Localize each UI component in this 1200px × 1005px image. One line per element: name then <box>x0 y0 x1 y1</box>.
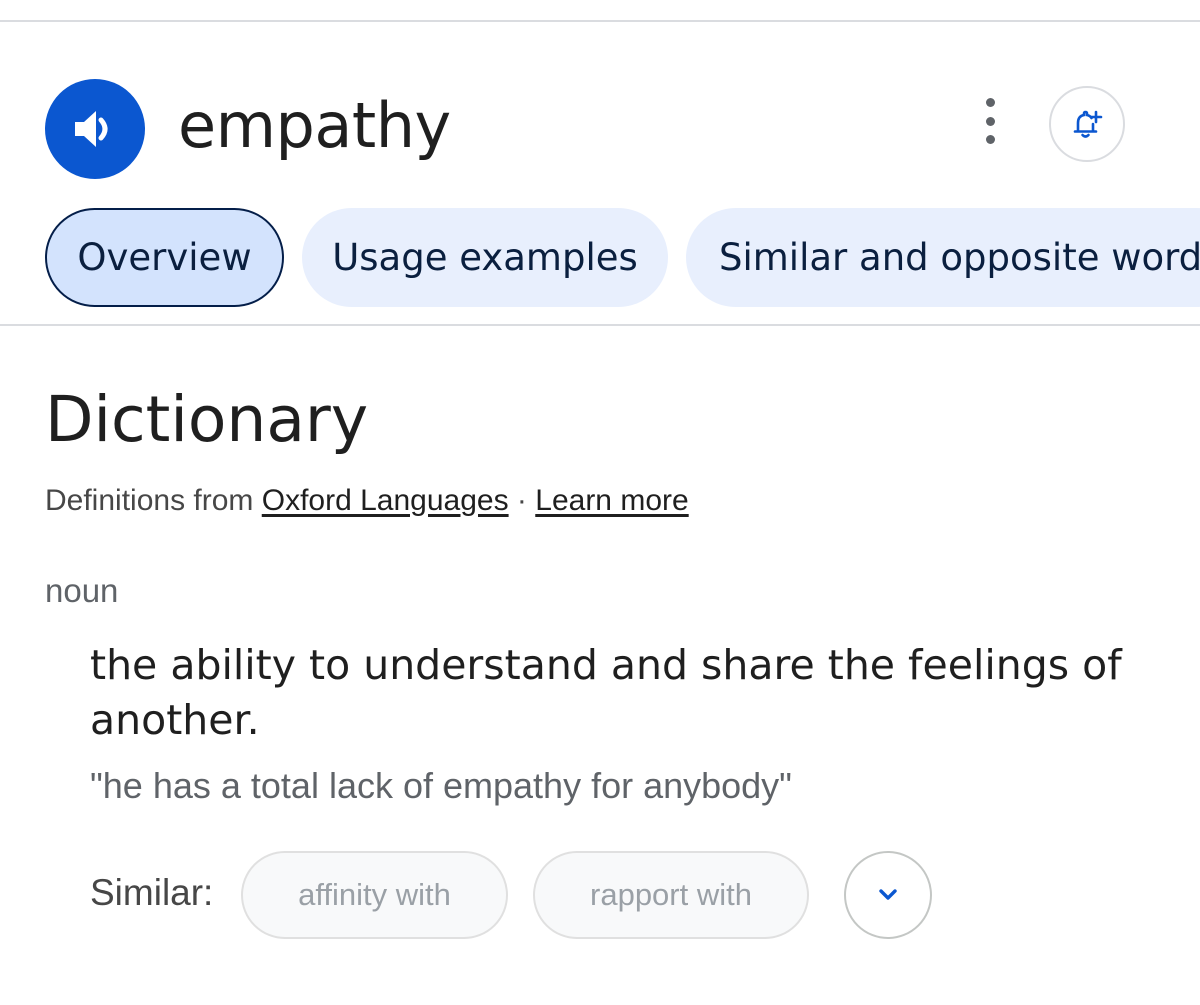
similar-label: Similar: <box>90 872 214 913</box>
learn-more-link[interactable]: Learn more <box>535 484 688 517</box>
separator: · <box>508 484 536 517</box>
example-sentence: "he has a total lack of empathy for anyb… <box>90 765 792 806</box>
part-of-speech: noun <box>45 572 119 609</box>
chevron-down-icon <box>879 889 897 900</box>
speaker-icon <box>75 111 108 147</box>
dictionary-card: empathy Overview Usage examples Similar … <box>0 0 1200 1005</box>
more-vert-dot <box>985 116 995 126</box>
add-alert-icon <box>1073 110 1103 138</box>
more-vert-dot <box>985 135 995 144</box>
source-line: Definitions from Oxford Languages · Lear… <box>45 484 689 518</box>
tabs-divider <box>0 324 1200 326</box>
source-prefix: Definitions from <box>45 484 262 517</box>
add-alert-button[interactable] <box>1049 86 1125 162</box>
more-options-button[interactable] <box>970 98 1010 144</box>
section-title: Dictionary <box>45 383 369 456</box>
pronounce-button[interactable] <box>45 79 145 179</box>
tab-usage-examples[interactable]: Usage examples <box>302 208 668 307</box>
similar-chip-rapport-with[interactable]: rapport with <box>533 851 809 939</box>
word-title: empathy <box>178 89 451 162</box>
top-divider <box>0 20 1200 22</box>
oxford-languages-link[interactable]: Oxford Languages <box>262 484 509 517</box>
more-vert-icon <box>985 98 995 107</box>
expand-similar-button[interactable] <box>844 851 932 939</box>
definition-text: the ability to understand and share the … <box>90 641 1122 744</box>
tab-overview[interactable]: Overview <box>45 208 284 307</box>
tab-similar-opposite-words[interactable]: Similar and opposite words <box>686 208 1200 307</box>
similar-chip-affinity-with[interactable]: affinity with <box>241 851 508 939</box>
